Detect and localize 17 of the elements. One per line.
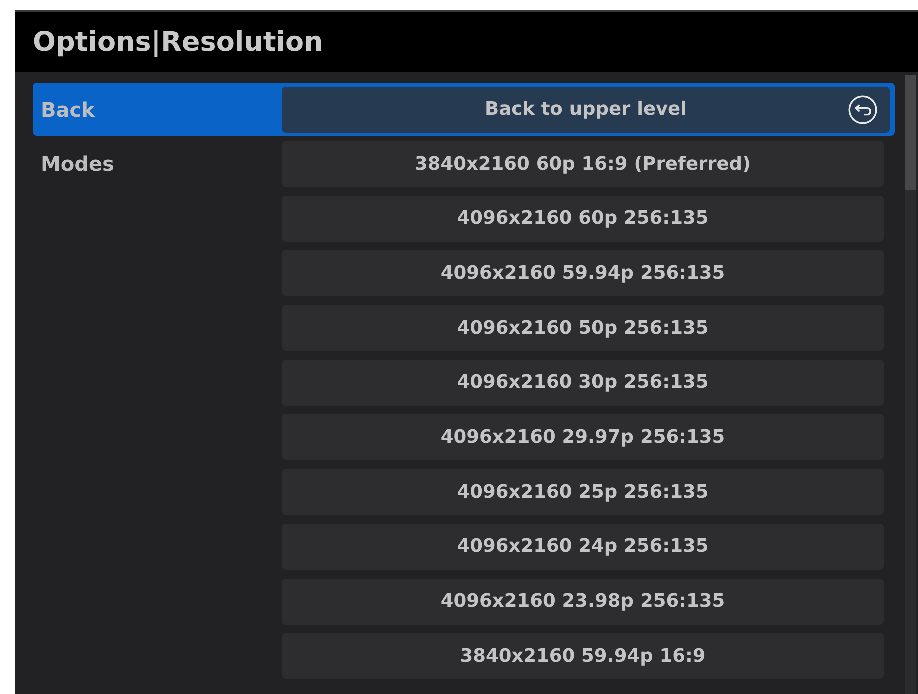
- resolution-option[interactable]: 3840x2160 59.94p 16:9: [282, 633, 884, 680]
- resolution-option[interactable]: 4096x2160 50p 256:135: [282, 305, 884, 352]
- menu-title: Options|Resolution: [33, 26, 324, 58]
- resolution-option[interactable]: 4096x2160 24p 256:135: [282, 524, 884, 570]
- row-label: Modes: [40, 152, 116, 176]
- back-button[interactable]: Back to upper level: [282, 86, 890, 132]
- resolution-option[interactable]: 4096x2160 29.97p 256:135: [282, 414, 884, 460]
- resolution-option[interactable]: 4096x2160 59.94p 256:135: [282, 250, 884, 296]
- highlighted-row[interactable]: Back Back to upper level: [33, 83, 895, 136]
- resolution-option[interactable]: 3840x2160 60p 16:9 (Preferred): [282, 141, 884, 187]
- scrollbar[interactable]: [905, 75, 916, 694]
- resolution-option[interactable]: 4096x2160 25p 256:135: [282, 469, 884, 516]
- scrollbar-thumb[interactable]: [905, 75, 916, 190]
- resolution-option[interactable]: 4096x2160 23.98p 256:135: [282, 578, 884, 624]
- row-label: Back: [40, 98, 96, 122]
- resolution-option[interactable]: 4096x2160 30p 256:135: [282, 360, 884, 406]
- resolution-option[interactable]: 4096x2160 60p 256:135: [282, 196, 884, 242]
